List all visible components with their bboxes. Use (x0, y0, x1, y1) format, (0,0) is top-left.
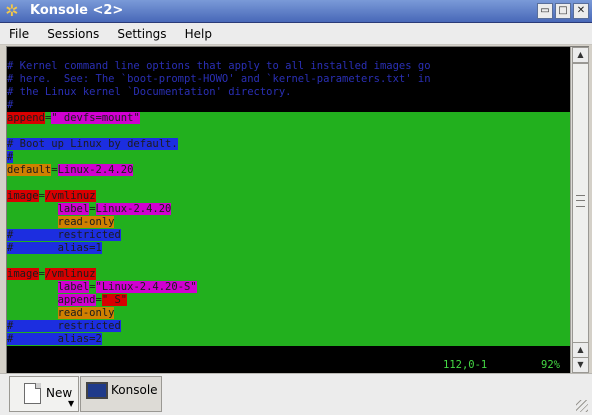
terminal-line (7, 125, 570, 138)
terminal-line: # restricted (7, 320, 570, 333)
terminal-text-segment: image (7, 190, 39, 202)
menu-sessions[interactable]: Sessions (43, 24, 103, 45)
menu-settings[interactable]: Settings (113, 24, 170, 45)
title-bar[interactable]: ✲ Konsole <2> ▭ □ ✕ (0, 0, 592, 23)
terminal-icon (86, 382, 108, 399)
terminal-text-segment: label (57, 281, 90, 293)
terminal-text-segment: append (57, 294, 96, 306)
cursor-position: 112,0-1 (443, 359, 488, 371)
text-cursor (101, 333, 109, 345)
terminal-text-segment: default (7, 164, 52, 176)
terminal-line: default=Linux-2.4.20 (7, 164, 570, 177)
terminal-text-segment: = (38, 190, 45, 202)
terminal-line: # (7, 151, 570, 164)
terminal-text-segment: # (7, 151, 14, 163)
terminal-text-segment: # alias=2 (7, 333, 102, 345)
terminal-text-segment: = (38, 268, 45, 280)
terminal-text-segment: # Boot up Linux by default. (7, 138, 178, 150)
terminal-text-segment: image (7, 268, 39, 280)
terminal-text-segment (7, 294, 58, 306)
minimize-button[interactable]: ▭ (537, 3, 553, 19)
terminal-text-segment: # (7, 99, 14, 111)
maximize-button[interactable]: □ (555, 3, 571, 19)
terminal-line: # alias=1 (7, 242, 570, 255)
session-tab-label: Konsole (111, 383, 158, 397)
terminal-text-segment: label (57, 203, 90, 215)
new-session-button[interactable]: New ▼ (9, 376, 79, 412)
vim-status-line: 112,0-1 92% (7, 358, 570, 372)
terminal-text-segment: = (89, 281, 96, 293)
terminal-line: read-only (7, 307, 570, 320)
terminal-text-segment: # the Linux kernel `Documentation' direc… (7, 86, 292, 98)
terminal-line (7, 255, 570, 268)
terminal-text-segment: # here. See: The `boot-prompt-HOWO' and … (7, 73, 431, 85)
terminal-frame: # Kernel command line options that apply… (6, 46, 589, 374)
terminal-text-segment (7, 307, 58, 319)
terminal-scrollbar[interactable]: ▲ ▲ ▼ (570, 47, 589, 373)
terminal-line: # Kernel command line options that apply… (7, 60, 570, 73)
terminal-line: # (7, 99, 570, 112)
terminal-text-segment: # Kernel command line options that apply… (7, 60, 431, 72)
menu-help[interactable]: Help (181, 24, 216, 45)
terminal-text-segment: " devfs=mount" (51, 112, 140, 124)
close-button[interactable]: ✕ (573, 3, 589, 19)
terminal-line: # Boot up Linux by default. (7, 138, 570, 151)
terminal-text-segment: Linux-2.4.20 (57, 164, 134, 176)
terminal-text-segment: read-only (57, 216, 115, 228)
terminal-text-segment: /vmlinuz (44, 268, 96, 280)
terminal-text-segment: Linux-2.4.20 (95, 203, 172, 215)
terminal-text-segment (7, 203, 58, 215)
terminal-text-segment (7, 281, 58, 293)
terminal-text-segment: = (89, 203, 96, 215)
terminal-text-segment (7, 216, 58, 228)
menu-file[interactable]: File (5, 24, 33, 45)
terminal-text-segment: = (51, 164, 58, 176)
resize-grip-icon[interactable] (576, 400, 588, 412)
scroll-down-arrow-icon[interactable]: ▼ (572, 357, 589, 373)
scrollbar-thumb[interactable] (572, 63, 589, 343)
scroll-up-arrow-icon-lower[interactable]: ▲ (572, 342, 589, 358)
terminal-view[interactable]: # Kernel command line options that apply… (7, 47, 570, 373)
terminal-line: # here. See: The `boot-prompt-HOWO' and … (7, 73, 570, 86)
terminal-text-segment: read-only (57, 307, 115, 319)
terminal-line: image=/vmlinuz (7, 268, 570, 281)
terminal-line: # restricted (7, 229, 570, 242)
sun-gear-icon[interactable]: ✲ (3, 2, 21, 20)
session-tab-konsole[interactable]: Konsole (80, 376, 162, 412)
terminal-line: image=/vmlinuz (7, 190, 570, 203)
terminal-line: read-only (7, 216, 570, 229)
terminal-text-segment: /vmlinuz (44, 190, 96, 202)
dropdown-arrow-icon[interactable]: ▼ (68, 400, 74, 408)
menu-bar: File Sessions Settings Help (0, 23, 592, 45)
terminal-line: append=" S" (7, 294, 570, 307)
terminal-line: # alias=2 (7, 333, 570, 346)
terminal-line: label="Linux-2.4.20-S" (7, 281, 570, 294)
terminal-line: # the Linux kernel `Documentation' direc… (7, 86, 570, 99)
terminal-text-segment: = (95, 294, 102, 306)
scroll-percent: 92% (541, 359, 560, 371)
terminal-text-segment: " S" (101, 294, 128, 306)
new-session-label: New (46, 386, 73, 400)
terminal-text-segment: # alias=1 (7, 242, 102, 254)
session-tab-bar: New ▼ Konsole (0, 373, 592, 415)
terminal-text-segment: # restricted (7, 229, 121, 241)
terminal-line: label=Linux-2.4.20 (7, 203, 570, 216)
terminal-text-segment: "Linux-2.4.20-S" (95, 281, 197, 293)
window-title: Konsole <2> (30, 3, 124, 18)
new-document-icon (24, 383, 41, 404)
terminal-line (7, 177, 570, 190)
scroll-up-arrow-icon[interactable]: ▲ (572, 47, 589, 63)
terminal-line: append=" devfs=mount" (7, 112, 570, 125)
terminal-text-segment: # restricted (7, 320, 121, 332)
grip-icon (576, 195, 585, 207)
terminal-text-segment: append (7, 112, 45, 124)
